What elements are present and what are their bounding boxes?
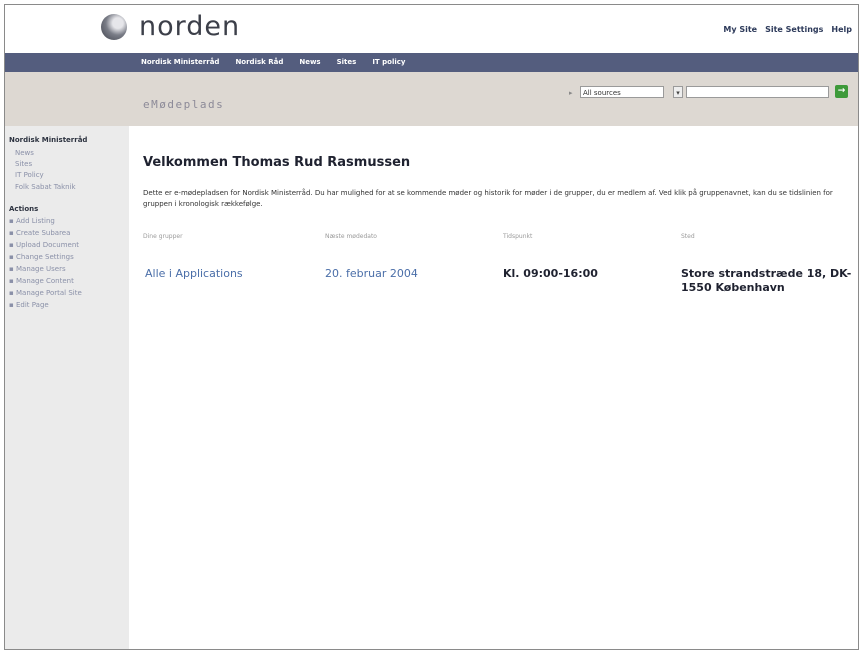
search-scope-select[interactable]: All sources — [580, 86, 664, 98]
column-header-time: Tidspunkt — [503, 233, 533, 240]
nav-item-it-policy[interactable]: IT policy — [372, 58, 405, 66]
sidebar-item-folk[interactable]: Folk Sabat Taknik — [5, 183, 129, 192]
column-header-place: Sted — [681, 233, 695, 240]
help-link[interactable]: Help — [831, 25, 852, 34]
chevron-down-icon[interactable]: ▾ — [673, 86, 683, 98]
page-frame: norden My Site Site Settings Help Nordis… — [4, 4, 859, 650]
search-arrow-icon: ▸ — [569, 89, 573, 97]
header: norden My Site Site Settings Help — [5, 5, 858, 53]
intro-text: Dette er e-mødepladsen for Nordisk Minis… — [143, 189, 833, 208]
nav-item-news[interactable]: News — [299, 58, 320, 66]
my-site-link[interactable]: My Site — [723, 25, 757, 34]
search-input[interactable] — [686, 86, 829, 98]
search-go-button[interactable]: → — [835, 85, 848, 98]
action-add-listing[interactable]: ▪ Add Listing — [5, 215, 129, 227]
actions-title: Actions — [9, 205, 39, 213]
meeting-date: 20. februar 2004 — [325, 267, 418, 280]
action-icon: ▪ — [9, 229, 16, 237]
site-title: eMødeplads — [143, 98, 225, 111]
column-header-groups: Dine grupper — [143, 233, 183, 240]
action-icon: ▪ — [9, 253, 16, 261]
meeting-place: Store strandstræde 18, DK-1550 København — [681, 267, 852, 294]
page-title: Velkommen Thomas Rud Rasmussen — [143, 155, 411, 170]
action-icon: ▪ — [9, 277, 16, 285]
action-edit-page[interactable]: ▪ Edit Page — [5, 299, 129, 311]
nav-item-nordisk-ministerrad[interactable]: Nordisk Ministerråd — [141, 58, 219, 66]
action-icon: ▪ — [9, 241, 16, 249]
action-icon: ▪ — [9, 289, 16, 297]
sidebar-item-news[interactable]: News — [5, 148, 129, 159]
action-create-subarea[interactable]: ▪ Create Subarea — [5, 227, 129, 239]
action-icon: ▪ — [9, 217, 16, 225]
nav-bar: Nordisk Ministerråd Nordisk Råd News Sit… — [5, 53, 858, 72]
group-link[interactable]: Alle i Applications — [145, 267, 243, 280]
sidebar-item-sites[interactable]: Sites — [5, 159, 129, 170]
meeting-time: Kl. 09:00-16:00 — [503, 267, 598, 280]
action-upload-document[interactable]: ▪ Upload Document — [5, 239, 129, 251]
site-settings-link[interactable]: Site Settings — [765, 25, 823, 34]
banner: eMødeplads ▸ All sources ▾ → — [5, 72, 858, 126]
action-icon: ▪ — [9, 301, 16, 309]
action-change-settings[interactable]: ▪ Change Settings — [5, 251, 129, 263]
nav-item-nordisk-rad[interactable]: Nordisk Råd — [235, 58, 283, 66]
top-links: My Site Site Settings Help — [723, 25, 852, 34]
logo-text[interactable]: norden — [139, 11, 240, 42]
action-manage-content[interactable]: ▪ Manage Content — [5, 275, 129, 287]
sidebar-group-title[interactable]: Nordisk Ministerråd — [5, 126, 89, 145]
norden-logo-icon[interactable] — [101, 14, 127, 40]
action-manage-users[interactable]: ▪ Manage Users — [5, 263, 129, 275]
sidebar-item-it-policy[interactable]: IT Policy — [5, 170, 129, 181]
action-icon: ▪ — [9, 265, 16, 273]
action-manage-portal-site[interactable]: ▪ Manage Portal Site — [5, 287, 129, 299]
nav-item-sites[interactable]: Sites — [337, 58, 357, 66]
column-header-date: Næste mødedato — [325, 233, 377, 240]
sidebar: Nordisk Ministerråd News Sites IT Policy… — [5, 126, 129, 649]
